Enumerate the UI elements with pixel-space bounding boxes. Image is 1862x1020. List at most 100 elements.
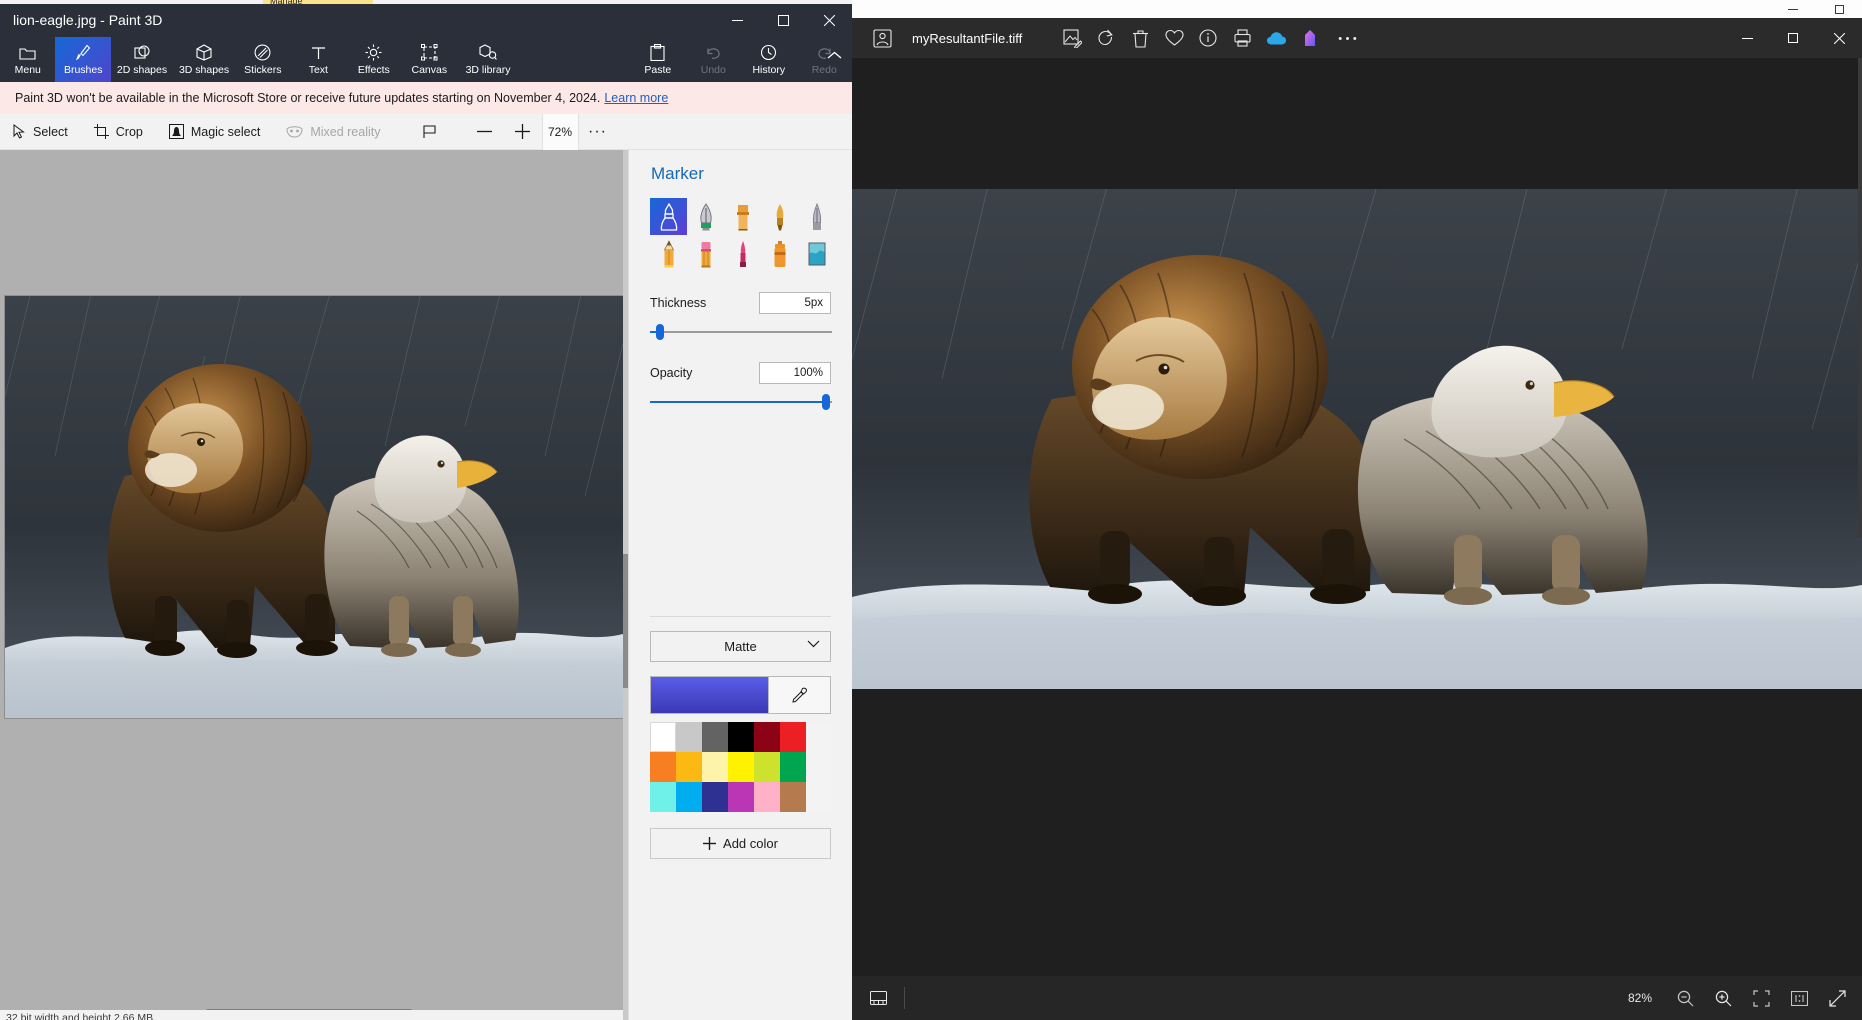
maximize-icon[interactable] <box>760 4 806 37</box>
magic-select-tool[interactable]: Magic select <box>156 114 273 150</box>
photos-outer-titlebar[interactable] <box>852 0 1862 18</box>
color-swatches[interactable] <box>650 722 832 812</box>
material-select[interactable]: Matte <box>650 631 831 662</box>
photos-title-bar[interactable]: myResultantFile.tiff <box>852 18 1862 58</box>
color-swatch[interactable] <box>780 782 806 812</box>
thickness-slider[interactable] <box>650 322 832 342</box>
print-icon[interactable] <box>1225 18 1259 58</box>
color-swatch[interactable] <box>702 752 728 782</box>
color-swatch[interactable] <box>754 752 780 782</box>
photos-outer-window-controls[interactable] <box>1770 0 1862 18</box>
color-swatch[interactable] <box>728 722 754 752</box>
info-icon[interactable] <box>1191 18 1225 58</box>
add-color-button[interactable]: Add color <box>650 828 831 859</box>
brush-fill-bucket[interactable] <box>798 235 835 272</box>
designer-icon[interactable] <box>1293 18 1327 58</box>
current-color-row[interactable] <box>650 676 831 714</box>
zoom-level-value[interactable]: 72% <box>541 113 579 150</box>
select-tool[interactable]: Select <box>0 114 81 150</box>
minimize-icon[interactable] <box>1724 18 1770 58</box>
minimize-icon[interactable] <box>714 4 760 37</box>
filmstrip-icon[interactable] <box>858 976 898 1020</box>
actual-size-icon[interactable] <box>1780 976 1818 1020</box>
photo-collection-icon[interactable] <box>852 18 912 58</box>
paint3d-title-bar[interactable]: lion-eagle.jpg - Paint 3D <box>0 4 852 37</box>
color-swatch[interactable] <box>676 782 702 812</box>
fullscreen-icon[interactable] <box>1818 976 1856 1020</box>
tool-panel[interactable]: Marker Thickness 5px Opacity 100% Matte … <box>628 150 852 1020</box>
color-swatch[interactable] <box>702 782 728 812</box>
eyedropper-button[interactable] <box>769 676 831 714</box>
photos-window[interactable]: myResultantFile.tiff 82% <box>852 0 1862 1020</box>
ribbon-tab-effects[interactable]: Effects <box>346 37 401 82</box>
paint3d-toolbar[interactable]: Select Crop Magic select Mixed reality 7… <box>0 113 852 150</box>
zoom-in-icon[interactable] <box>1704 976 1742 1020</box>
thickness-value[interactable]: 5px <box>759 292 831 314</box>
zoom-controls[interactable]: 72% ··· <box>466 113 617 150</box>
color-swatch[interactable] <box>676 722 702 752</box>
maximize-icon[interactable] <box>1770 18 1816 58</box>
more-options-icon[interactable] <box>1327 18 1367 58</box>
brush-pencil[interactable] <box>650 235 687 272</box>
thickness-field[interactable]: Thickness 5px <box>629 292 852 342</box>
edit-image-icon[interactable] <box>1055 18 1089 58</box>
color-swatch[interactable] <box>754 782 780 812</box>
color-swatch[interactable] <box>754 722 780 752</box>
view-3d-tool[interactable] <box>394 114 452 150</box>
paint3d-window[interactable]: lion-eagle.jpg - Paint 3D Menu Brushes 2… <box>0 4 852 1020</box>
opacity-value[interactable]: 100% <box>759 362 831 384</box>
color-swatch[interactable] <box>780 752 806 782</box>
rotate-icon[interactable] <box>1089 18 1123 58</box>
ribbon-tab-stickers[interactable]: Stickers <box>235 37 290 82</box>
canvas-area[interactable]: 32 bit width and height 2.66 MB <box>0 150 628 1020</box>
paint3d-ribbon[interactable]: Menu Brushes 2D shapes 3D shapes Sticker… <box>0 37 852 82</box>
ribbon-tab-menu[interactable]: Menu <box>0 37 55 82</box>
photos-scrollbar[interactable] <box>1858 58 1862 538</box>
paint3d-window-controls[interactable] <box>714 4 852 37</box>
opacity-field[interactable]: Opacity 100% <box>629 362 852 412</box>
crop-tool[interactable]: Crop <box>81 114 156 150</box>
zoom-out-icon[interactable] <box>1666 976 1704 1020</box>
color-swatch[interactable] <box>728 752 754 782</box>
color-swatch[interactable] <box>650 722 676 752</box>
color-swatch[interactable] <box>780 722 806 752</box>
photos-window-controls[interactable] <box>1724 18 1862 58</box>
toolbar-more-button[interactable]: ··· <box>579 114 617 150</box>
close-icon[interactable] <box>1816 18 1862 58</box>
photos-bottom-bar[interactable]: 82% <box>852 976 1862 1020</box>
brush-marker[interactable] <box>650 198 687 235</box>
thickness-slider-thumb[interactable] <box>656 324 664 340</box>
ribbon-tab-2d-shapes[interactable]: 2D shapes <box>111 37 173 82</box>
color-swatch[interactable] <box>806 782 832 812</box>
brush-calligraphy-pen[interactable] <box>687 198 724 235</box>
photos-viewer[interactable] <box>852 58 1862 820</box>
color-swatch[interactable] <box>806 752 832 782</box>
photos-toolbar[interactable] <box>1055 18 1367 58</box>
zoom-in-button[interactable] <box>504 114 542 150</box>
brush-grid[interactable] <box>629 184 852 272</box>
fit-to-window-icon[interactable] <box>1742 976 1780 1020</box>
brush-oil[interactable] <box>724 198 761 235</box>
brush-crayon[interactable] <box>687 235 724 272</box>
color-swatch[interactable] <box>650 752 676 782</box>
color-swatch[interactable] <box>728 782 754 812</box>
learn-more-link[interactable]: Learn more <box>604 91 668 105</box>
ribbon-tab-3d-shapes[interactable]: 3D shapes <box>173 37 235 82</box>
maximize-icon[interactable] <box>1816 0 1862 18</box>
brush-pixel-pen[interactable] <box>724 235 761 272</box>
ribbon-tab-3d-library[interactable]: 3D library <box>457 37 519 82</box>
ribbon-tab-brushes[interactable]: Brushes <box>55 37 111 82</box>
ribbon-tab-canvas[interactable]: Canvas <box>402 37 457 82</box>
favorite-icon[interactable] <box>1157 18 1191 58</box>
delete-icon[interactable] <box>1123 18 1157 58</box>
color-swatch[interactable] <box>650 782 676 812</box>
opacity-slider[interactable] <box>650 392 832 412</box>
ribbon-tab-paste[interactable]: Paste <box>630 37 685 82</box>
close-icon[interactable] <box>806 4 852 37</box>
brush-watercolor[interactable] <box>761 198 798 235</box>
photos-zoom-controls[interactable]: 82% <box>1628 976 1856 1020</box>
brush-spray-can[interactable] <box>761 235 798 272</box>
color-swatch[interactable] <box>702 722 728 752</box>
zoom-out-button[interactable] <box>466 114 504 150</box>
ribbon-tab-text[interactable]: Text <box>291 37 346 82</box>
